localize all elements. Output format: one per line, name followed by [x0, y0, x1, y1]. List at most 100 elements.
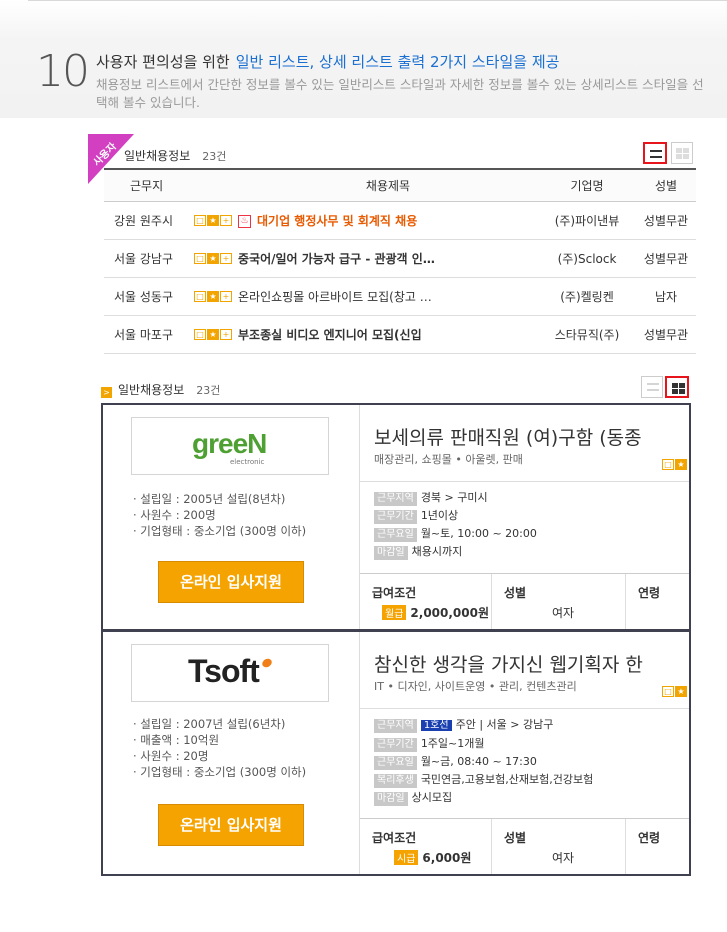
job-title[interactable]: 참신한 생각을 가지신 웹기획자 한	[374, 650, 674, 677]
detail-row: 근무지역 1호선 주안 | 서울 > 강남구	[374, 716, 593, 735]
job-category: 매장관리, 쇼핑몰 • 아울렛, 판매	[374, 453, 523, 466]
col-title: 채용제목	[238, 168, 538, 202]
detail-value: 월~금, 08:40 ~ 17:30	[420, 755, 537, 768]
premium-badge-icon: □ ★	[662, 459, 687, 470]
list-view-button[interactable]	[641, 376, 663, 398]
premium-badge-icon: □ ★ +	[194, 291, 232, 302]
detail-value: 경북 > 구미시	[420, 491, 488, 504]
row-title[interactable]: ♨ 대기업 행정사무 및 회계직 채용	[238, 201, 538, 240]
hot-icon: ♨	[238, 214, 251, 228]
section-number: 10	[36, 46, 90, 97]
row-title[interactable]: 온라인쇼핑몰 아르바이트 모집(창고 …	[238, 277, 538, 316]
salary-table: 급여조건 시급 6,000원 성별 여자 연령	[360, 818, 689, 874]
apply-button[interactable]: 온라인 입사지원	[158, 804, 304, 846]
info-line: · 기업형태 : 중소기업 (300명 이하)	[133, 524, 307, 538]
salary-cell: 급여조건 월급 2,000,000원	[360, 574, 492, 629]
list-view-button[interactable]	[643, 142, 667, 164]
salary-cell: 급여조건 시급 6,000원	[360, 819, 492, 874]
job-card: greeN electronic · 설립일 : 2005년 설립(8년차) ·…	[101, 403, 691, 631]
detail-row: 근무요일 월~금, 08:40 ~ 17:30	[374, 753, 593, 771]
grid-count: 23건	[196, 384, 221, 397]
table-row[interactable]: 서울 마포구 □ ★ + 부조종실 비디오 엔지니어 모집(신입 스타뮤직(주) 성…	[104, 315, 696, 354]
subway-line-tag: 1호선	[420, 720, 452, 731]
row-badge: □ ★ +	[194, 239, 238, 278]
detail-label: 근무기간	[374, 738, 417, 752]
section-title-highlight: 일반 리스트, 상세 리스트 출력 2가지 스타일을 제공	[235, 53, 560, 71]
col-badge	[194, 168, 238, 202]
logo-text: Tsoft	[188, 653, 260, 689]
company-logo[interactable]: greeN electronic	[131, 417, 329, 475]
table-row[interactable]: 강원 원주시 □ ★ + ♨ 대기업 행정사무 및 회계직 채용 (주)파이낸뷰 성별…	[104, 201, 696, 240]
detail-label: 근무기간	[374, 510, 417, 524]
detail-label: 근무요일	[374, 756, 417, 770]
gender-cell: 성별 여자	[492, 819, 626, 874]
job-list-table: 근무지 채용제목 기업명 성별 강원 원주시 □ ★ + ♨ 대기업 행정사무 및 회…	[104, 168, 696, 354]
detail-label: 근무지역	[374, 492, 417, 506]
col-gender: 성별	[636, 168, 696, 202]
salary-tag: 시급	[394, 850, 419, 865]
gender-value: 여자	[552, 606, 575, 620]
age-header: 연령	[638, 586, 661, 600]
row-title-text[interactable]: 온라인쇼핑몰 아르바이트 모집(창고 …	[238, 290, 432, 304]
detail-label: 마감일	[374, 546, 408, 560]
company-panel: Tsoft · 설립일 : 2007년 설립(6년차) · 매출액 : 10억원…	[103, 632, 359, 874]
job-panel: 보세의류 판매직원 (여)구함 (동종 매장관리, 쇼핑몰 • 아울렛, 판매 …	[359, 405, 689, 629]
row-title-text[interactable]: 대기업 행정사무 및 회계직 채용	[257, 214, 417, 228]
age-cell: 연령	[626, 574, 689, 629]
gender-header: 성별	[504, 586, 527, 600]
detail-value: 1주일~1개월	[420, 737, 485, 750]
row-title[interactable]: 부조종실 비디오 엔지니어 모집(신입	[238, 315, 538, 354]
salary-value: 월급 2,000,000원	[382, 604, 489, 621]
row-badge: □ ★ +	[194, 277, 238, 316]
row-company: 스타뮤직(주)	[538, 315, 636, 354]
detail-value: 월~토, 10:00 ~ 20:00	[420, 527, 537, 540]
company-info: · 설립일 : 2007년 설립(6년차) · 매출액 : 10억원 · 사원수…	[133, 716, 306, 780]
row-location: 강원 원주시	[104, 201, 194, 240]
company-info: · 설립일 : 2005년 설립(8년차) · 사원수 : 200명 · 기업형…	[133, 491, 306, 539]
info-line: · 기업형태 : 중소기업 (300명 이하)	[133, 765, 307, 779]
job-card: Tsoft · 설립일 : 2007년 설립(6년차) · 매출액 : 10억원…	[101, 630, 691, 876]
logo-leaf-icon	[260, 657, 274, 669]
info-line: · 사원수 : 200명	[133, 508, 216, 522]
job-panel: 참신한 생각을 가지신 웹기획자 한 IT • 디자인, 사이트운영 • 관리,…	[359, 632, 689, 874]
section-title-plain: 사용자 편의성을 위한	[96, 53, 230, 71]
row-title[interactable]: 중국어/일어 가능자 급구 - 관광객 인…	[238, 239, 538, 278]
row-location: 서울 성동구	[104, 277, 194, 316]
grid-view-button[interactable]	[671, 142, 693, 164]
row-gender: 성별무관	[636, 315, 696, 354]
info-line: · 설립일 : 2005년 설립(8년차)	[133, 492, 286, 506]
premium-badge-icon: □ ★ +	[194, 329, 232, 340]
grid-view-button[interactable]	[665, 376, 689, 398]
col-location: 근무지	[104, 168, 194, 202]
info-line: · 설립일 : 2007년 설립(6년차)	[133, 717, 286, 731]
table-row[interactable]: 서울 성동구 □ ★ + 온라인쇼핑몰 아르바이트 모집(창고 … (주)켈링켄 남…	[104, 277, 696, 316]
row-gender: 남자	[636, 277, 696, 316]
logo-subtext: electronic	[230, 458, 265, 466]
salary-header: 급여조건	[372, 831, 417, 845]
list-count: 23건	[202, 150, 227, 163]
info-line: · 매출액 : 10억원	[133, 733, 220, 747]
company-logo[interactable]: Tsoft	[131, 644, 329, 702]
job-title[interactable]: 보세의류 판매직원 (여)구함 (동종	[374, 423, 674, 450]
row-badge: □ ★ +	[194, 201, 238, 240]
row-title-text[interactable]: 중국어/일어 가능자 급구 - 관광객 인…	[238, 252, 435, 266]
divider	[360, 481, 689, 482]
table-row[interactable]: 서울 강남구 □ ★ + 중국어/일어 가능자 급구 - 관광객 인… (주)Scl…	[104, 239, 696, 278]
gender-cell: 성별 여자	[492, 574, 626, 629]
detail-row: 마감일 채용시까지	[374, 543, 537, 561]
detail-row: 근무기간 1년이상	[374, 507, 537, 525]
detail-value: 1년이상	[420, 509, 459, 522]
grid-icon	[672, 383, 685, 394]
row-title-text[interactable]: 부조종실 비디오 엔지니어 모집(신입	[238, 328, 422, 342]
list-icon	[647, 383, 659, 391]
detail-label: 복리후생	[374, 774, 417, 788]
row-location: 서울 강남구	[104, 239, 194, 278]
logo-text: greeN	[192, 428, 267, 459]
job-details: 근무지역 1호선 주안 | 서울 > 강남구 근무기간 1주일~1개월 근무요일 월~금…	[374, 716, 593, 807]
apply-button[interactable]: 온라인 입사지원	[158, 561, 304, 603]
detail-label: 마감일	[374, 792, 408, 806]
list-heading: 일반채용정보 23건	[104, 147, 226, 164]
job-details: 근무지역 경북 > 구미시 근무기간 1년이상 근무요일 월~토, 10:00 ~ 2…	[374, 489, 537, 561]
row-gender: 성별무관	[636, 239, 696, 278]
row-company: (주)Sclock	[538, 239, 636, 278]
